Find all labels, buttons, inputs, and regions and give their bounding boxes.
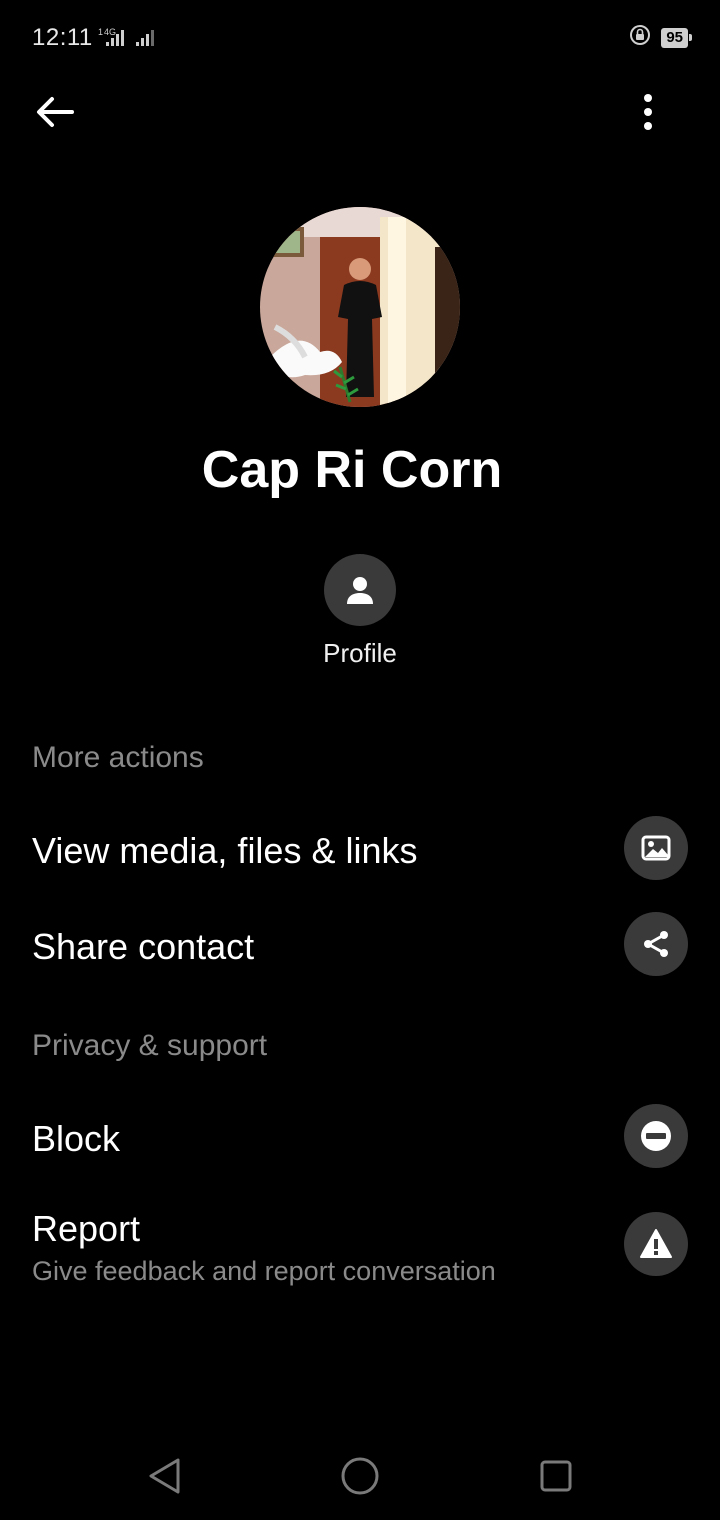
report-sublabel: Give feedback and report conversation xyxy=(32,1256,496,1286)
avatar-photo xyxy=(260,207,460,407)
arrow-left-icon xyxy=(37,97,74,127)
section-header-more-actions: More actions xyxy=(32,741,204,774)
signal-icon: 1 4G xyxy=(98,26,164,48)
report-row[interactable]: Report Give feedback and report conversa… xyxy=(0,1204,720,1294)
nav-back-button[interactable] xyxy=(140,1452,188,1500)
status-bar: 12:11 1 4G 95 xyxy=(0,0,720,76)
status-time: 12:11 xyxy=(32,24,93,51)
block-row[interactable]: Block xyxy=(0,1104,720,1168)
block-label: Block xyxy=(32,1118,121,1159)
share-icon xyxy=(624,912,688,976)
more-vertical-icon xyxy=(644,94,652,102)
battery-icon: 95 xyxy=(661,27,692,48)
rotation-lock-icon xyxy=(629,24,651,51)
share-contact-row[interactable]: Share contact xyxy=(0,912,720,976)
avatar[interactable] xyxy=(260,207,460,407)
more-options-button[interactable] xyxy=(626,88,670,136)
report-label: Report xyxy=(32,1208,141,1249)
svg-text:1: 1 xyxy=(98,27,103,37)
section-header-privacy: Privacy & support xyxy=(32,1029,268,1062)
image-icon xyxy=(624,816,688,880)
profile-label[interactable]: Profile xyxy=(260,638,460,669)
block-icon xyxy=(624,1104,688,1168)
circle-home-icon xyxy=(341,1457,379,1495)
warning-icon xyxy=(624,1212,688,1276)
back-button[interactable] xyxy=(32,90,80,134)
view-media-row[interactable]: View media, files & links xyxy=(0,816,720,880)
triangle-back-icon xyxy=(149,1458,180,1494)
system-nav-bar xyxy=(0,1420,720,1520)
person-icon xyxy=(347,577,373,604)
share-contact-label: Share contact xyxy=(32,926,255,967)
profile-button[interactable] xyxy=(324,554,396,626)
status-right: 95 xyxy=(629,24,692,51)
network-type: 4G xyxy=(104,27,116,37)
nav-home-button[interactable] xyxy=(336,1452,384,1500)
contact-name: Cap Ri Corn xyxy=(201,441,503,499)
square-recents-icon xyxy=(540,1460,572,1492)
view-media-label: View media, files & links xyxy=(32,830,418,871)
nav-recents-button[interactable] xyxy=(532,1452,580,1500)
